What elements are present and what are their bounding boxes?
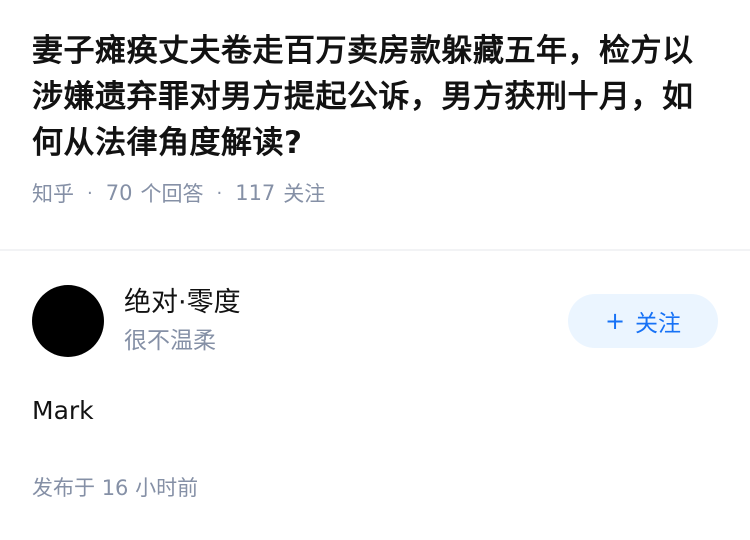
avatar[interactable]: [32, 285, 104, 357]
author-row: 绝对·零度 很不温柔 + 关注: [32, 285, 718, 357]
timestamp-value: 16 小时前: [101, 476, 199, 500]
answer-count-label: 个回答: [140, 182, 204, 206]
author-bio: 很不温柔: [124, 328, 216, 354]
timestamp-prefix: 发布于: [32, 476, 95, 500]
plus-icon: +: [604, 307, 626, 335]
question-title[interactable]: 妻子瘫痪丈夫卷走百万卖房款躲藏五年，检方以涉嫌遗弃罪对男方提起公诉，男方获刑十月…: [32, 28, 718, 166]
author-info: 绝对·零度 很不温柔: [124, 285, 568, 357]
answer-card: 绝对·零度 很不温柔 + 关注 Mark 发布于 16 小时前: [32, 285, 718, 503]
follow-count: 117: [235, 181, 276, 205]
source-label[interactable]: 知乎: [32, 178, 74, 208]
section-divider: [0, 249, 750, 251]
answer-count: 70: [105, 181, 133, 205]
author-name[interactable]: 绝对·零度: [124, 285, 568, 321]
follow-button-label: 关注: [635, 311, 682, 337]
meta-separator: ·: [216, 182, 223, 204]
question-meta: 知乎 · 70 个回答 · 117 关注: [32, 178, 718, 208]
question-header: 妻子瘫痪丈夫卷走百万卖房款躲藏五年，检方以涉嫌遗弃罪对男方提起公诉，男方获刑十月…: [0, 0, 750, 208]
meta-separator: ·: [87, 182, 93, 204]
answer-timestamp: 发布于 16 小时前: [32, 473, 718, 503]
answer-content: Mark: [32, 396, 94, 425]
follow-button[interactable]: + 关注: [568, 294, 718, 348]
follow-count-label: 关注: [283, 182, 326, 206]
